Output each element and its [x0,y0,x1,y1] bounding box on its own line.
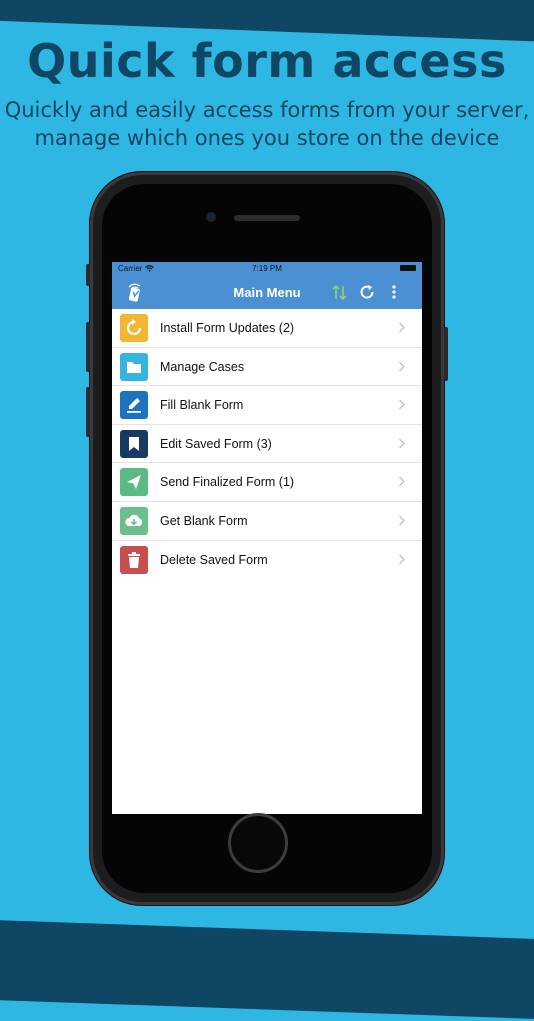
front-camera-icon [206,212,216,222]
bookmark-icon [120,429,148,458]
subheadline-line-1: Quickly and easily access forms from you… [4,98,530,122]
chevron-right-icon [399,322,405,333]
earpiece-speaker [234,215,300,221]
phone-frame: Carrier 7:19 PM Main Menu Install Form U… [86,172,448,905]
subheadline-line-2: manage which ones you store on the devic… [34,126,500,150]
menu-item-label: Delete Saved Form [160,552,268,567]
home-button[interactable] [228,813,288,873]
main-menu-list: Install Form Updates (2) Manage Cases Fi… [112,309,422,578]
sort-icon[interactable] [332,284,348,301]
menu-item-label: Edit Saved Form (3) [160,436,272,451]
chevron-right-icon [399,361,405,372]
chevron-right-icon [399,476,405,487]
bottom-accent-band [0,918,534,1021]
menu-item-label: Get Blank Form [160,513,248,528]
update-icon [120,314,148,342]
menu-item-send-finalized-form[interactable]: Send Finalized Form (1) [112,463,422,502]
menu-item-label: Manage Cases [160,359,245,374]
menu-item-label: Fill Blank Form [160,398,244,413]
menu-item-label: Send Finalized Form (1) [160,475,295,490]
folder-icon [120,352,148,381]
status-bar: Carrier 7:19 PM [112,262,422,275]
headline: Quick form access [27,34,507,88]
menu-item-edit-saved-form[interactable]: Edit Saved Form (3) [112,425,422,464]
refresh-icon[interactable] [359,284,375,300]
menu-item-install-form-updates[interactable]: Install Form Updates (2) [112,309,422,348]
subheadline: Quickly and easily access forms from you… [0,96,534,152]
status-time: 7:19 PM [252,264,282,273]
power-button [444,327,448,381]
menu-item-manage-cases[interactable]: Manage Cases [112,348,422,387]
mute-switch [86,264,90,286]
app-navbar: Main Menu [112,275,422,309]
nav-title: Main Menu [233,285,301,300]
pencil-icon [120,391,148,420]
chevron-right-icon [399,399,405,410]
more-menu-icon[interactable] [390,284,398,300]
chevron-right-icon [399,554,405,565]
battery-icon [400,265,416,271]
trash-icon [120,545,148,574]
send-icon [120,468,148,497]
menu-item-fill-blank-form[interactable]: Fill Blank Form [112,386,422,425]
app-screen: Carrier 7:19 PM Main Menu Install Form U… [112,262,422,814]
menu-item-delete-saved-form[interactable]: Delete Saved Form [112,541,422,579]
menu-item-label: Install Form Updates (2) [160,321,295,335]
volume-down-button [86,387,90,437]
volume-up-button [86,322,90,372]
chevron-right-icon [399,438,405,449]
chevron-right-icon [399,515,405,526]
download-cloud-icon [120,506,148,535]
menu-item-get-blank-form[interactable]: Get Blank Form [112,502,422,541]
